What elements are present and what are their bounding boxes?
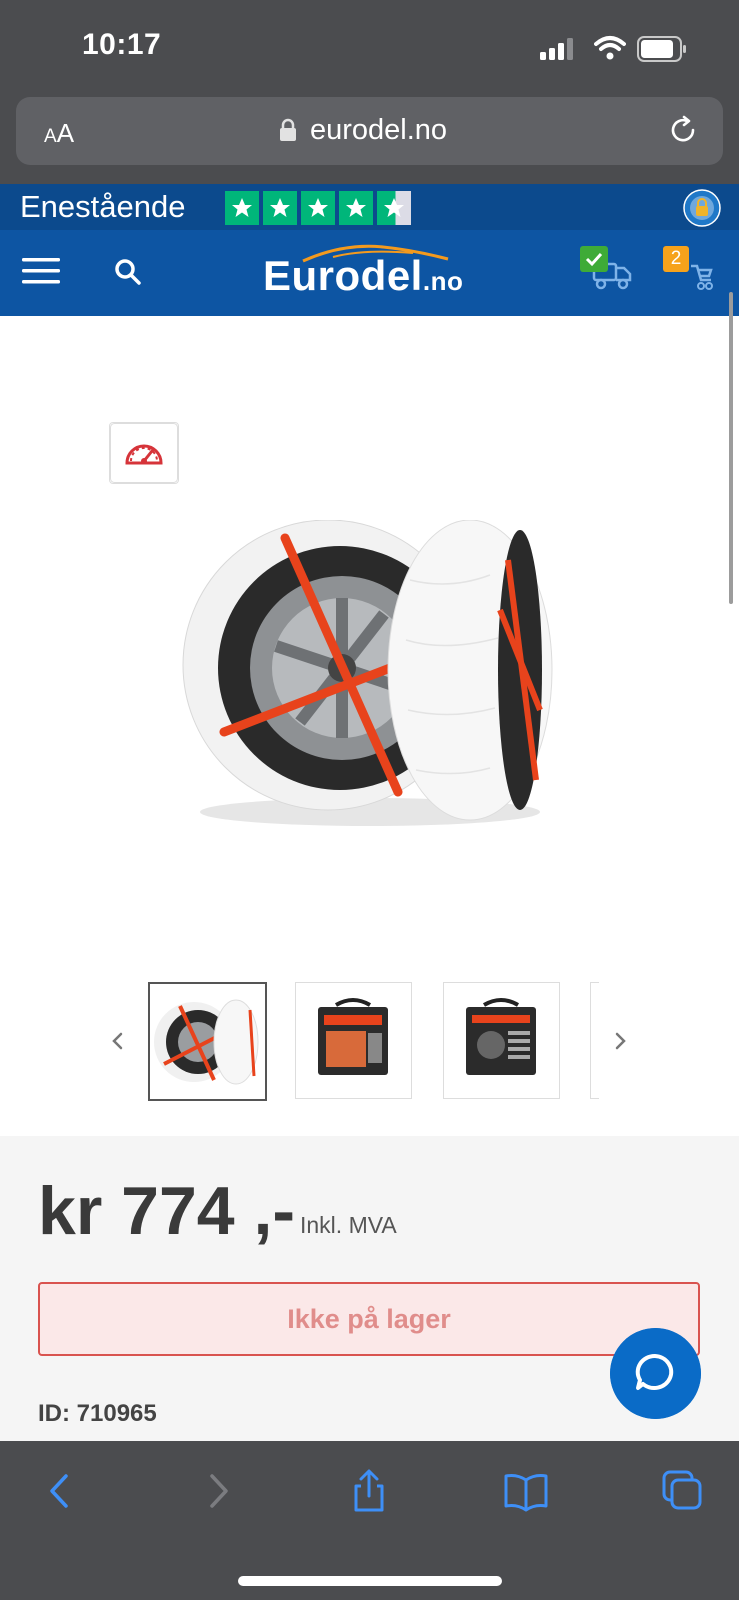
hamburger-menu-icon[interactable]	[22, 256, 62, 286]
text-size-label-large: A	[56, 118, 75, 148]
logo[interactable]: Eurodel.no	[263, 252, 463, 300]
trustpilot-stars	[225, 191, 411, 225]
speedometer-icon[interactable]	[109, 422, 179, 484]
product-image-snow-socks[interactable]	[180, 520, 560, 850]
search-icon[interactable]	[113, 257, 143, 287]
text-size-button[interactable]: AA	[44, 118, 74, 149]
bookmarks-icon[interactable]	[503, 1468, 549, 1514]
star-icon	[339, 191, 373, 225]
chevron-right-icon[interactable]	[608, 1026, 632, 1056]
lock-icon	[280, 118, 296, 141]
logo-name: Eurodel	[263, 252, 423, 299]
chat-bubble-icon[interactable]	[610, 1328, 701, 1419]
product-price: kr 774 ,-	[38, 1173, 296, 1249]
back-arrow-icon[interactable]	[38, 1468, 84, 1514]
text-size-label: A	[44, 126, 57, 147]
thumbnail-package-image	[318, 998, 388, 1075]
tabs-icon[interactable]	[660, 1468, 706, 1514]
cart-count-badge: 2	[663, 246, 689, 272]
forward-arrow-icon[interactable]	[194, 1468, 240, 1514]
star-icon	[263, 191, 297, 225]
page-scrollbar[interactable]	[729, 292, 733, 604]
product-thumbnail-partial[interactable]	[590, 982, 599, 1099]
trygg-ehandel-badge-icon[interactable]	[683, 189, 721, 227]
status-time: 10:17	[82, 28, 162, 61]
thumbnail-package-back-image	[466, 998, 536, 1075]
wifi-icon	[594, 36, 626, 60]
delivery-truck-icon[interactable]	[578, 246, 634, 292]
half-star-icon	[377, 191, 411, 225]
cellular-signal-icon	[540, 38, 573, 60]
star-icon	[225, 191, 259, 225]
share-icon[interactable]	[346, 1468, 392, 1514]
out-of-stock-button[interactable]: Ikke på lager	[38, 1282, 700, 1356]
product-thumbnail[interactable]	[295, 982, 412, 1099]
product-thumbnail[interactable]	[443, 982, 560, 1099]
battery-icon	[637, 36, 686, 62]
home-indicator[interactable]	[238, 1576, 502, 1586]
star-icon	[301, 191, 335, 225]
thumbnail-wheels-image	[154, 999, 259, 1085]
trustpilot-rating-label: Enestående	[20, 189, 186, 224]
url-text[interactable]: eurodel.no	[310, 114, 447, 147]
product-thumbnail[interactable]	[148, 982, 267, 1101]
chevron-left-icon[interactable]	[106, 1026, 130, 1056]
reload-icon[interactable]	[667, 114, 699, 146]
vat-label: Inkl. MVA	[300, 1212, 397, 1238]
logo-tld: .no	[422, 266, 464, 296]
product-id: ID: 710965	[38, 1400, 157, 1427]
